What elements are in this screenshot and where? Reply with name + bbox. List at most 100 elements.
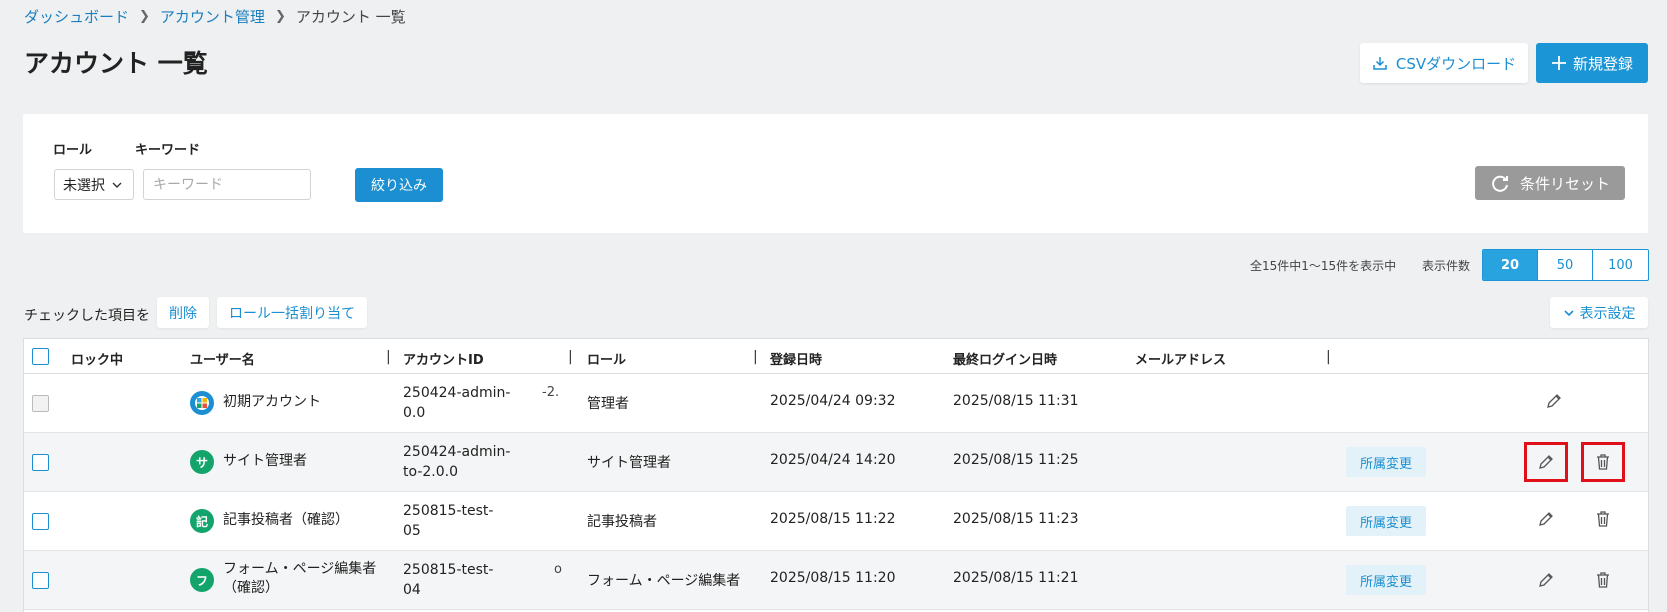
column-resize-handle[interactable]: | <box>568 349 573 365</box>
plus-icon <box>1551 56 1566 70</box>
column-resize-handle[interactable]: | <box>753 349 758 365</box>
account-id: 250424-admin- to-2.0.0 <box>403 442 513 482</box>
row-checkbox <box>32 395 49 412</box>
refresh-icon <box>1492 175 1508 192</box>
registered-date: 2025/04/24 14:20 <box>770 452 896 468</box>
filter-panel: ロール キーワード 未選択 絞り込み 条件リセット <box>23 114 1648 233</box>
account-id-line-1: 250815-test- <box>403 562 494 578</box>
filter-button[interactable]: 絞り込み <box>355 168 443 202</box>
account-table: ロック中 ユーザー名 | アカウントID | ロール | 登録日時 最終ログイン… <box>23 338 1649 612</box>
pencil-icon <box>1539 455 1553 469</box>
table-header: ロック中 ユーザー名 | アカウントID | ロール | 登録日時 最終ログイン… <box>24 339 1648 374</box>
username-line-2: （確認） <box>223 580 279 596</box>
role-select[interactable]: 未選択 <box>54 169 134 200</box>
csv-download-button[interactable]: CSVダウンロード <box>1360 43 1528 83</box>
breadcrumb-account-management[interactable]: アカウント管理 <box>160 6 265 27</box>
registered-date: 2025/08/15 11:22 <box>770 511 896 527</box>
username: サイト管理者 <box>223 453 307 469</box>
per-page-selector: 20 50 100 <box>1482 249 1649 281</box>
trash-icon <box>1597 572 1609 588</box>
role-select-value: 未選択 <box>63 177 105 194</box>
table-row: 初期アカウント 250424-admin- 0.0 -2. 管理者 2025/0… <box>24 374 1648 433</box>
display-settings-button[interactable]: 表示設定 <box>1550 297 1648 328</box>
change-affiliation-button[interactable]: 所属変更 <box>1346 447 1426 477</box>
chevron-down-icon <box>1563 309 1574 316</box>
pencil-icon <box>1539 512 1553 526</box>
trash-icon <box>1597 511 1609 527</box>
select-all-checkbox[interactable] <box>32 348 49 365</box>
avatar: サ <box>190 450 214 474</box>
account-id-line-1: 250815-test- <box>403 503 494 519</box>
role-value: サイト管理者 <box>587 455 671 471</box>
reset-conditions-label: 条件リセット <box>1519 174 1610 193</box>
username: 初期アカウント <box>223 394 321 410</box>
delete-button[interactable] <box>1588 504 1618 534</box>
edit-button[interactable] <box>1531 504 1561 534</box>
header-username[interactable]: ユーザー名 <box>190 349 255 368</box>
edit-button[interactable] <box>1531 565 1561 595</box>
result-count: 全15件中1〜15件を表示中 <box>1250 259 1397 273</box>
account-id: 250424-admin- 0.0 <box>403 383 513 423</box>
change-affiliation-button[interactable]: 所属変更 <box>1346 506 1426 536</box>
header-account-id[interactable]: アカウントID <box>403 349 484 368</box>
chevron-right-icon: ❯ <box>139 9 150 24</box>
role-filter-label: ロール <box>53 143 93 158</box>
account-id-line-1: 250424-admin- <box>403 385 511 401</box>
username: フォーム・ページ編集者 （確認） <box>223 560 376 598</box>
username-line-1: フォーム・ページ編集者 <box>223 561 377 577</box>
trash-icon <box>1597 454 1609 470</box>
breadcrumb-dashboard[interactable]: ダッシュボード <box>24 6 129 27</box>
row-checkbox[interactable] <box>32 572 49 589</box>
change-affiliation-button[interactable]: 所属変更 <box>1346 565 1426 595</box>
account-id-fragment: -2. <box>542 385 560 400</box>
last-login-date: 2025/08/15 11:25 <box>953 452 1079 468</box>
breadcrumb-current: アカウント 一覧 <box>295 8 406 26</box>
per-page-100[interactable]: 100 <box>1593 250 1648 280</box>
table-row: サ サイト管理者 250424-admin- to-2.0.0 サイト管理者 2… <box>24 433 1648 492</box>
per-page-label: 表示件数 <box>1422 259 1471 273</box>
bulk-action-label: チェックした項目を <box>24 308 150 324</box>
header-registered[interactable]: 登録日時 <box>770 349 822 368</box>
new-register-button[interactable]: 新規登録 <box>1536 43 1648 83</box>
account-id-line-2: 04 <box>403 582 421 598</box>
header-email[interactable]: メールアドレス <box>1135 349 1226 368</box>
account-id-line-1: 250424-admin- <box>403 444 511 460</box>
edit-button[interactable] <box>1531 447 1561 477</box>
account-id-line-2: 05 <box>403 523 421 539</box>
csv-download-label: CSVダウンロード <box>1395 54 1517 73</box>
avatar: フ <box>190 568 214 592</box>
header-locked: ロック中 <box>71 353 124 368</box>
chevron-down-icon <box>112 182 122 188</box>
account-id: 250815-test- 05 <box>403 501 513 541</box>
delete-button[interactable] <box>1588 565 1618 595</box>
new-register-label: 新規登録 <box>1572 54 1633 73</box>
registered-date: 2025/08/15 11:20 <box>770 570 896 586</box>
row-checkbox[interactable] <box>32 454 49 471</box>
per-page-50[interactable]: 50 <box>1538 250 1593 280</box>
last-login-date: 2025/08/15 11:31 <box>953 393 1079 409</box>
table-row: 記 記事投稿者（確認） 250815-test- 05 記事投稿者 2025/0… <box>24 492 1648 551</box>
header-role[interactable]: ロール <box>587 349 626 368</box>
bulk-delete-button[interactable]: 削除 <box>157 297 209 328</box>
column-resize-handle[interactable]: | <box>386 349 391 365</box>
account-id-fragment: o <box>554 562 562 577</box>
download-icon <box>1373 57 1387 70</box>
role-value: 管理者 <box>587 396 629 412</box>
header-last-login[interactable]: 最終ログイン日時 <box>953 349 1057 368</box>
avatar <box>190 391 214 415</box>
avatar: 記 <box>190 509 214 533</box>
delete-button[interactable] <box>1588 447 1618 477</box>
keyword-filter-label: キーワード <box>135 143 201 158</box>
per-page-20[interactable]: 20 <box>1483 250 1538 280</box>
last-login-date: 2025/08/15 11:23 <box>953 511 1079 527</box>
reset-conditions-button[interactable]: 条件リセット <box>1475 166 1625 200</box>
column-resize-handle[interactable]: | <box>1326 349 1331 365</box>
keyword-input[interactable] <box>143 169 311 200</box>
edit-button[interactable] <box>1539 386 1569 416</box>
account-id: 250815-test- 04 <box>403 560 513 600</box>
display-settings-label: 表示設定 <box>1579 305 1636 322</box>
chevron-right-icon: ❯ <box>274 9 286 24</box>
pencil-icon <box>1539 573 1553 587</box>
bulk-role-assign-button[interactable]: ロール一括割り当て <box>217 297 367 328</box>
row-checkbox[interactable] <box>32 513 49 530</box>
